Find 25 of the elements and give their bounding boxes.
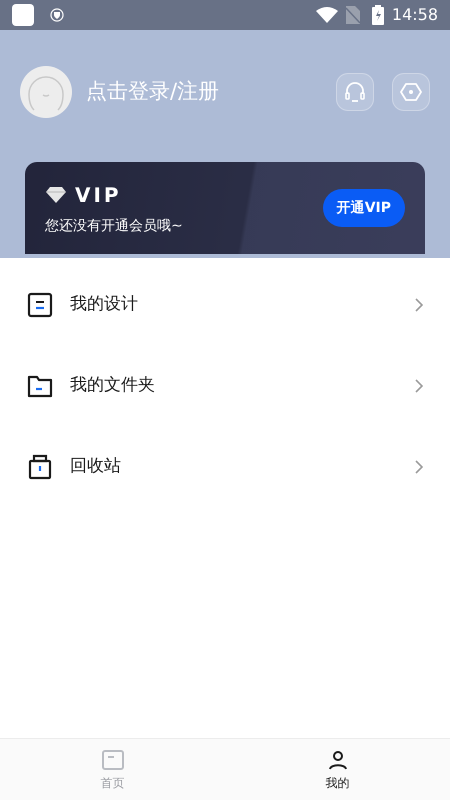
chevron-right-icon <box>414 378 424 394</box>
no-sim-icon <box>346 6 360 24</box>
headset-icon <box>344 81 366 103</box>
diamond-icon <box>45 186 67 204</box>
battery-icon <box>372 5 384 25</box>
menu-item[interactable]: 我的文件夹 <box>0 345 450 426</box>
document-icon <box>26 290 54 318</box>
menu-item[interactable]: 回收站 <box>0 426 450 507</box>
chevron-right-icon <box>414 458 424 474</box>
trash-icon <box>26 452 54 480</box>
chevron-right-icon <box>414 296 424 312</box>
menu-item[interactable]: 我的设计 <box>0 264 450 345</box>
app-icon <box>12 4 34 26</box>
settings-button[interactable] <box>392 73 430 111</box>
vip-title: VIP <box>75 182 122 208</box>
avatar[interactable] <box>20 66 72 118</box>
wifi-icon <box>316 7 338 23</box>
settings-icon <box>400 81 422 103</box>
status-time: 14:58 <box>392 4 438 26</box>
open-vip-button[interactable]: 开通VIP <box>322 189 405 227</box>
customer-service-button[interactable] <box>336 73 374 111</box>
nav-tab[interactable]: 我的 <box>225 739 450 800</box>
shield-icon <box>50 8 64 22</box>
document-icon <box>100 748 124 772</box>
vip-subtitle: 您还没有开通会员哦~ <box>45 216 184 236</box>
